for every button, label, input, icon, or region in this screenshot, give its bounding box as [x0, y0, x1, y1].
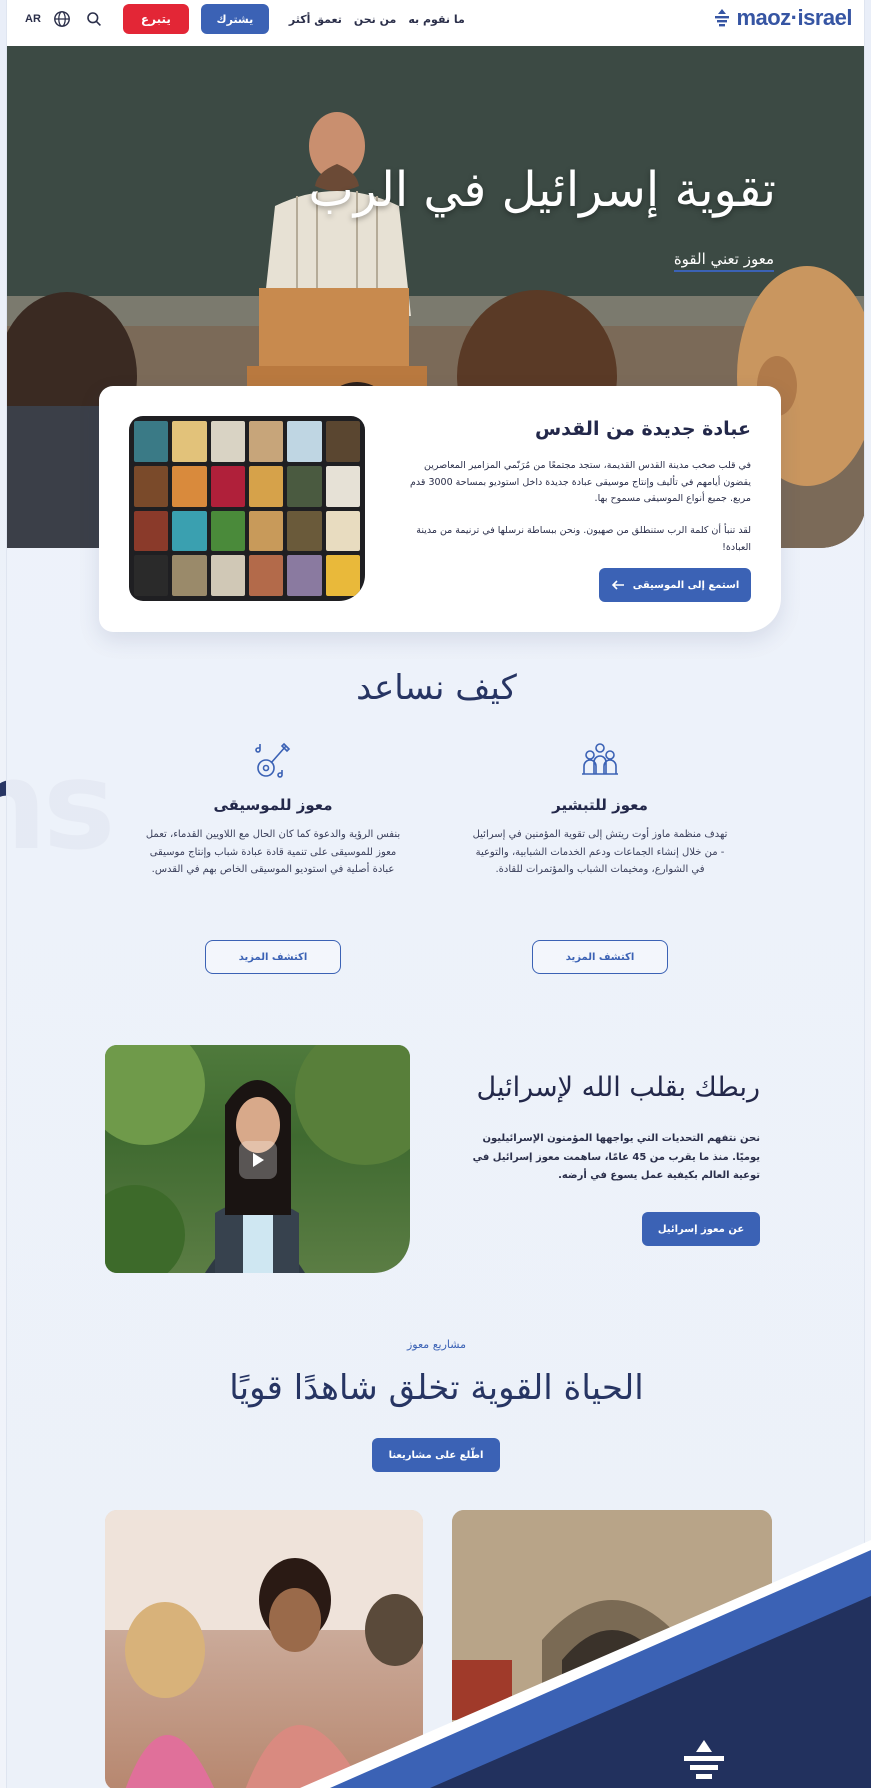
about-maoz-button[interactable]: عن معوز إسرائيل [642, 1212, 760, 1246]
nav-links: ما نقوم به من نحن تعمق أكثر [289, 13, 465, 26]
album-cover [134, 555, 169, 596]
album-cover [248, 510, 284, 552]
worship-paragraph-1: في قلب صخب مدينة القدس القديمة، ستجد مجت… [410, 460, 751, 505]
music-column: معوز للموسيقى بنفس الرؤية والدعوة كما كا… [143, 740, 403, 879]
album-cover [325, 421, 360, 462]
album-cover [248, 465, 284, 507]
how-we-help-title: كيف نساعد [356, 668, 517, 708]
play-icon[interactable] [239, 1141, 277, 1179]
video-thumbnail[interactable] [105, 1045, 410, 1273]
connect-title: ربطك بقلب الله لإسرائيل [476, 1072, 761, 1103]
album-cover [172, 555, 207, 596]
worship-paragraph-2: لقد تنبأ أن كلمة الرب ستنطلق من صهيون. و… [416, 525, 751, 553]
album-cover [134, 465, 169, 507]
worship-title: عبادة جديدة من القدس [534, 418, 751, 440]
projects-title: الحياة القوية تخلق شاهدًا قويًا [229, 1368, 644, 1408]
nav-link-about[interactable]: من نحن [354, 13, 397, 26]
projects-kicker: مشاريع معوز [407, 1338, 466, 1351]
album-cover [287, 555, 322, 596]
album-cover [287, 465, 322, 507]
album-cover [325, 465, 360, 507]
album-cover [210, 421, 245, 462]
guitar-icon [143, 740, 403, 784]
album-cover [325, 510, 360, 552]
worship-card: عبادة جديدة من القدس في قلب صخب مدينة ال… [99, 386, 781, 632]
nav-link-go-deeper[interactable]: تعمق أكثر [289, 13, 342, 26]
music-title: معوز للموسيقى [213, 796, 333, 814]
evangelism-text: تهدف منظمة ماوز أوت ريتش إلى تقوية المؤم… [472, 829, 728, 875]
page-frame: AR يتبرع يشترك ما نقوم به من نحن تعمق أك… [6, 0, 865, 1788]
decorative-wedge [300, 1540, 871, 1788]
evangelism-title: معوز للتبشير [552, 796, 648, 814]
album-cover [248, 421, 284, 462]
globe-icon[interactable] [51, 8, 73, 30]
music-text: بنفس الرؤية والدعوة كما كان الحال مع الل… [145, 829, 401, 875]
album-cover [210, 465, 245, 507]
search-icon[interactable] [83, 8, 105, 30]
album-cover [172, 510, 207, 552]
donate-button[interactable]: يتبرع [122, 4, 189, 34]
view-projects-button[interactable]: اطّلع على مشاريعنا [372, 1438, 500, 1472]
album-covers-grid [129, 416, 365, 601]
people-icon [470, 740, 730, 784]
listen-music-label: استمع إلى الموسيقى [632, 579, 740, 591]
album-cover [248, 555, 284, 596]
maoz-star-icon [715, 9, 730, 27]
connect-text: نحن نتفهم التحديات التي يواجهها المؤمنون… [472, 1133, 760, 1181]
album-cover [172, 465, 207, 507]
hero-title: تقوية إسرائيل في الرب [308, 162, 776, 218]
arrow-left-icon [611, 580, 624, 590]
listen-music-button[interactable]: استمع إلى الموسيقى [599, 568, 751, 602]
album-cover [172, 421, 207, 462]
music-discover-button[interactable]: اكتشف المزيد [205, 940, 341, 974]
nav-link-what-we-do[interactable]: ما نقوم به [408, 13, 464, 26]
evangelism-column: معوز للتبشير تهدف منظمة ماوز أوت ريتش إل… [470, 740, 730, 879]
evangelism-discover-button[interactable]: اكتشف المزيد [532, 940, 668, 974]
music-button-wrap: اكتشف المزيد [143, 940, 403, 974]
nav-actions: AR يتبرع يشترك ما نقوم به من نحن تعمق أك… [25, 4, 465, 34]
join-button[interactable]: يشترك [200, 4, 269, 34]
album-cover [134, 421, 169, 462]
album-cover [134, 510, 169, 552]
album-cover [287, 510, 322, 552]
album-cover [210, 510, 245, 552]
evangelism-button-wrap: اكتشف المزيد [470, 940, 730, 974]
album-cover [287, 421, 322, 462]
top-navigation: AR يتبرع يشترك ما نقوم به من نحن تعمق أك… [7, 0, 864, 46]
language-label[interactable]: AR [25, 13, 41, 25]
logo-wordmark: maoz·israel [736, 5, 852, 30]
site-logo[interactable]: maoz·israel [714, 5, 852, 31]
album-cover [210, 555, 245, 596]
album-cover [325, 555, 360, 596]
hero-subtitle: معوز تعني القوة [673, 250, 774, 272]
